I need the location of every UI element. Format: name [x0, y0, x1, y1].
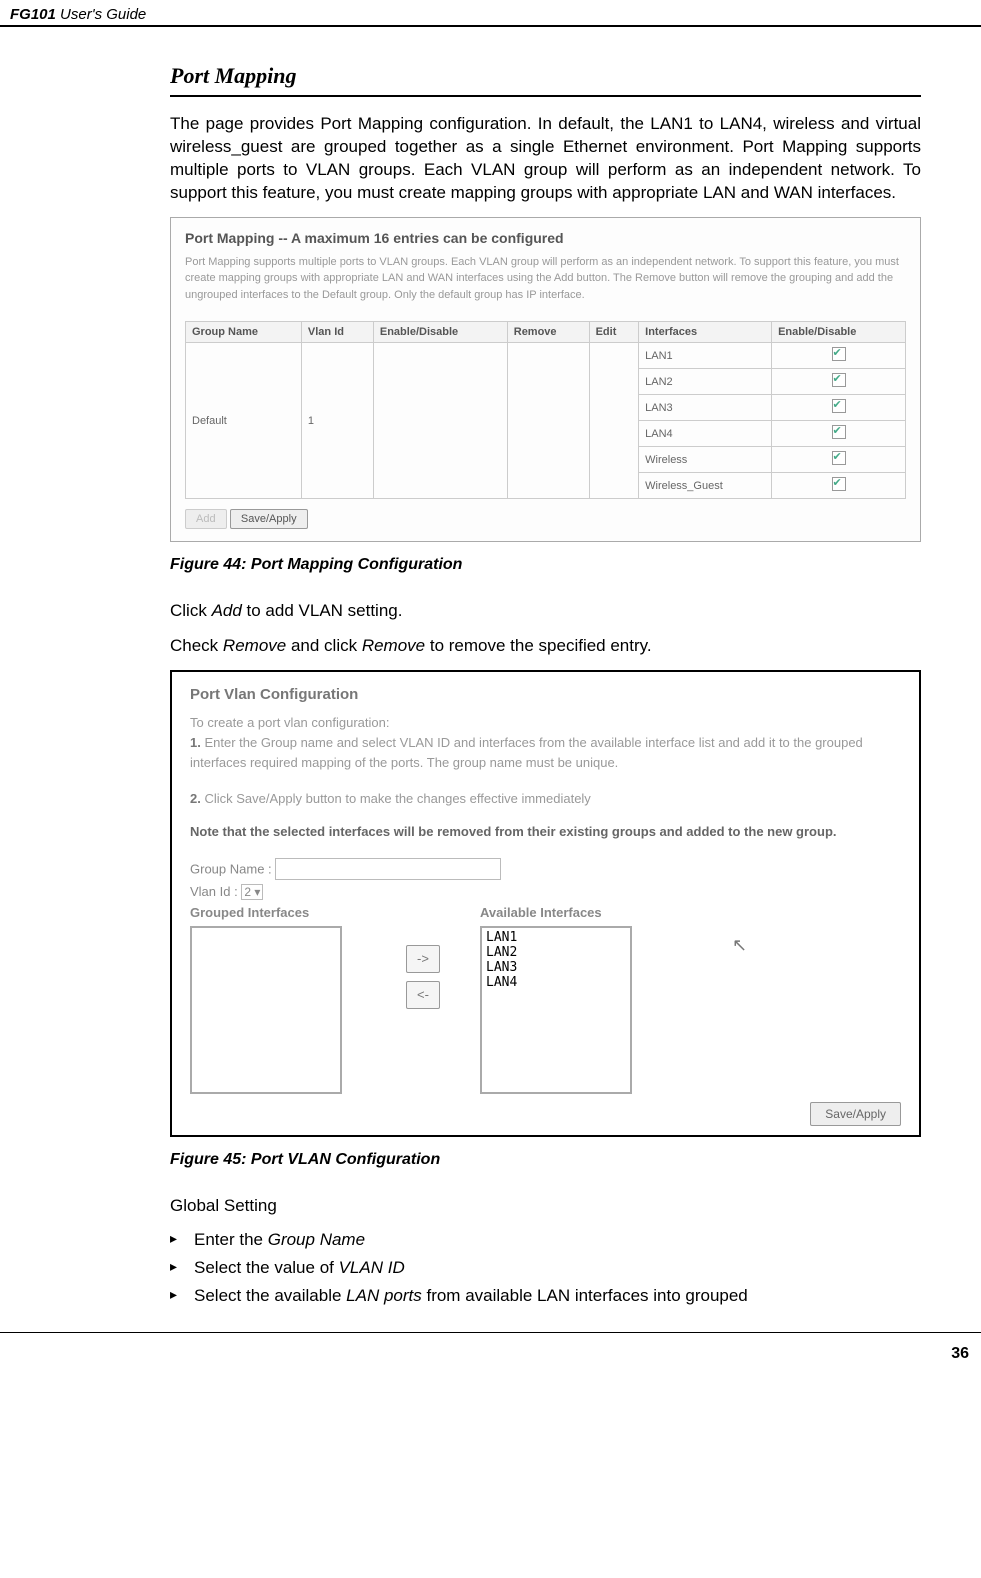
col-group-name: Group Name [186, 322, 302, 343]
port-vlan-config-screenshot: Port Vlan Configuration To create a port… [170, 670, 921, 1137]
col-interfaces: Interfaces [639, 322, 772, 343]
page-number: 36 [0, 1332, 981, 1375]
checkbox-icon[interactable] [832, 477, 846, 491]
col-vlan-id: Vlan Id [301, 322, 373, 343]
port-mapping-screenshot: Port Mapping -- A maximum 16 entries can… [170, 217, 921, 543]
screenshot1-desc: Port Mapping supports multiple ports to … [185, 254, 906, 304]
step1: 1. Enter the Group name and select VLAN … [190, 733, 901, 773]
list-item[interactable]: LAN4 [486, 975, 626, 990]
group-name-row: Group Name : [190, 858, 901, 880]
available-interfaces-listbox[interactable]: LAN1 LAN2 LAN3 LAN4 [480, 926, 632, 1094]
cell-remove [507, 343, 589, 499]
checkbox-icon[interactable] [832, 451, 846, 465]
mid-text-1: Click Add to add VLAN setting. [170, 600, 921, 623]
running-header: FG101 User's Guide [10, 6, 146, 23]
vlan-id-label: Vlan Id : [190, 884, 238, 899]
port-mapping-table: Group Name Vlan Id Enable/Disable Remove… [185, 321, 906, 499]
cell-group-name: Default [186, 343, 302, 499]
col-edit: Edit [589, 322, 639, 343]
save-apply-button[interactable]: Save/Apply [810, 1102, 901, 1126]
cell-interface: LAN1 [639, 343, 772, 369]
cell-interface: LAN4 [639, 421, 772, 447]
table-row: Default 1 LAN1 [186, 343, 906, 369]
checkbox-icon[interactable] [832, 425, 846, 439]
cell-edit [589, 343, 639, 499]
group-name-label: Group Name : [190, 861, 272, 876]
list-item[interactable]: LAN1 [486, 930, 626, 945]
grouped-interfaces-listbox[interactable] [190, 926, 342, 1094]
section-heading: Port Mapping [170, 63, 921, 97]
checkbox-icon[interactable] [832, 347, 846, 361]
cell-enable1 [373, 343, 507, 499]
mid-text-2: Check Remove and click Remove to remove … [170, 635, 921, 658]
col-enable2: Enable/Disable [772, 322, 906, 343]
list-item: Select the value of VLAN ID [170, 1258, 921, 1278]
group-name-input[interactable] [275, 858, 501, 880]
screenshot1-title: Port Mapping -- A maximum 16 entries can… [185, 230, 906, 246]
list-item: Enter the Group Name [170, 1230, 921, 1250]
figure-45-caption: Figure 45: Port VLAN Configuration [170, 1151, 921, 1169]
chevron-down-icon: ▾ [254, 885, 260, 899]
add-button[interactable]: Add [185, 509, 227, 529]
list-item[interactable]: LAN3 [486, 960, 626, 975]
move-right-button[interactable]: -> [406, 945, 440, 973]
note-text: Note that the selected interfaces will b… [190, 824, 901, 839]
grouped-interfaces-title: Grouped Interfaces [190, 905, 342, 920]
vlan-id-row: Vlan Id : 2 ▾ [190, 884, 901, 899]
move-left-button[interactable]: <- [406, 981, 440, 1009]
checkbox-icon[interactable] [832, 399, 846, 413]
save-apply-button[interactable]: Save/Apply [230, 509, 308, 529]
vlan-id-select[interactable]: 2 ▾ [241, 884, 263, 900]
bullet-list: Enter the Group Name Select the value of… [170, 1230, 921, 1306]
col-enable1: Enable/Disable [373, 322, 507, 343]
screenshot2-intro: To create a port vlan configuration: [190, 713, 901, 733]
figure-44-caption: Figure 44: Port Mapping Configuration [170, 556, 921, 574]
cell-interface: Wireless [639, 447, 772, 473]
available-interfaces-title: Available Interfaces [480, 905, 632, 920]
step2: 2. Click Save/Apply button to make the c… [190, 789, 901, 809]
list-item: Select the available LAN ports from avai… [170, 1286, 921, 1306]
product-name: FG101 [10, 6, 56, 23]
cell-interface: LAN3 [639, 395, 772, 421]
book-title: User's Guide [60, 6, 146, 23]
checkbox-icon[interactable] [832, 373, 846, 387]
cell-interface: LAN2 [639, 369, 772, 395]
col-remove: Remove [507, 322, 589, 343]
intro-paragraph: The page provides Port Mapping configura… [170, 113, 921, 205]
global-setting-heading: Global Setting [170, 1195, 921, 1218]
cell-vlan-id: 1 [301, 343, 373, 499]
cell-interface: Wireless_Guest [639, 473, 772, 499]
dual-list-container: Grouped Interfaces -> <- Available Inter… [190, 905, 901, 1094]
cursor-icon: ↖ [732, 935, 747, 956]
list-item[interactable]: LAN2 [486, 945, 626, 960]
screenshot2-title: Port Vlan Configuration [190, 686, 901, 703]
